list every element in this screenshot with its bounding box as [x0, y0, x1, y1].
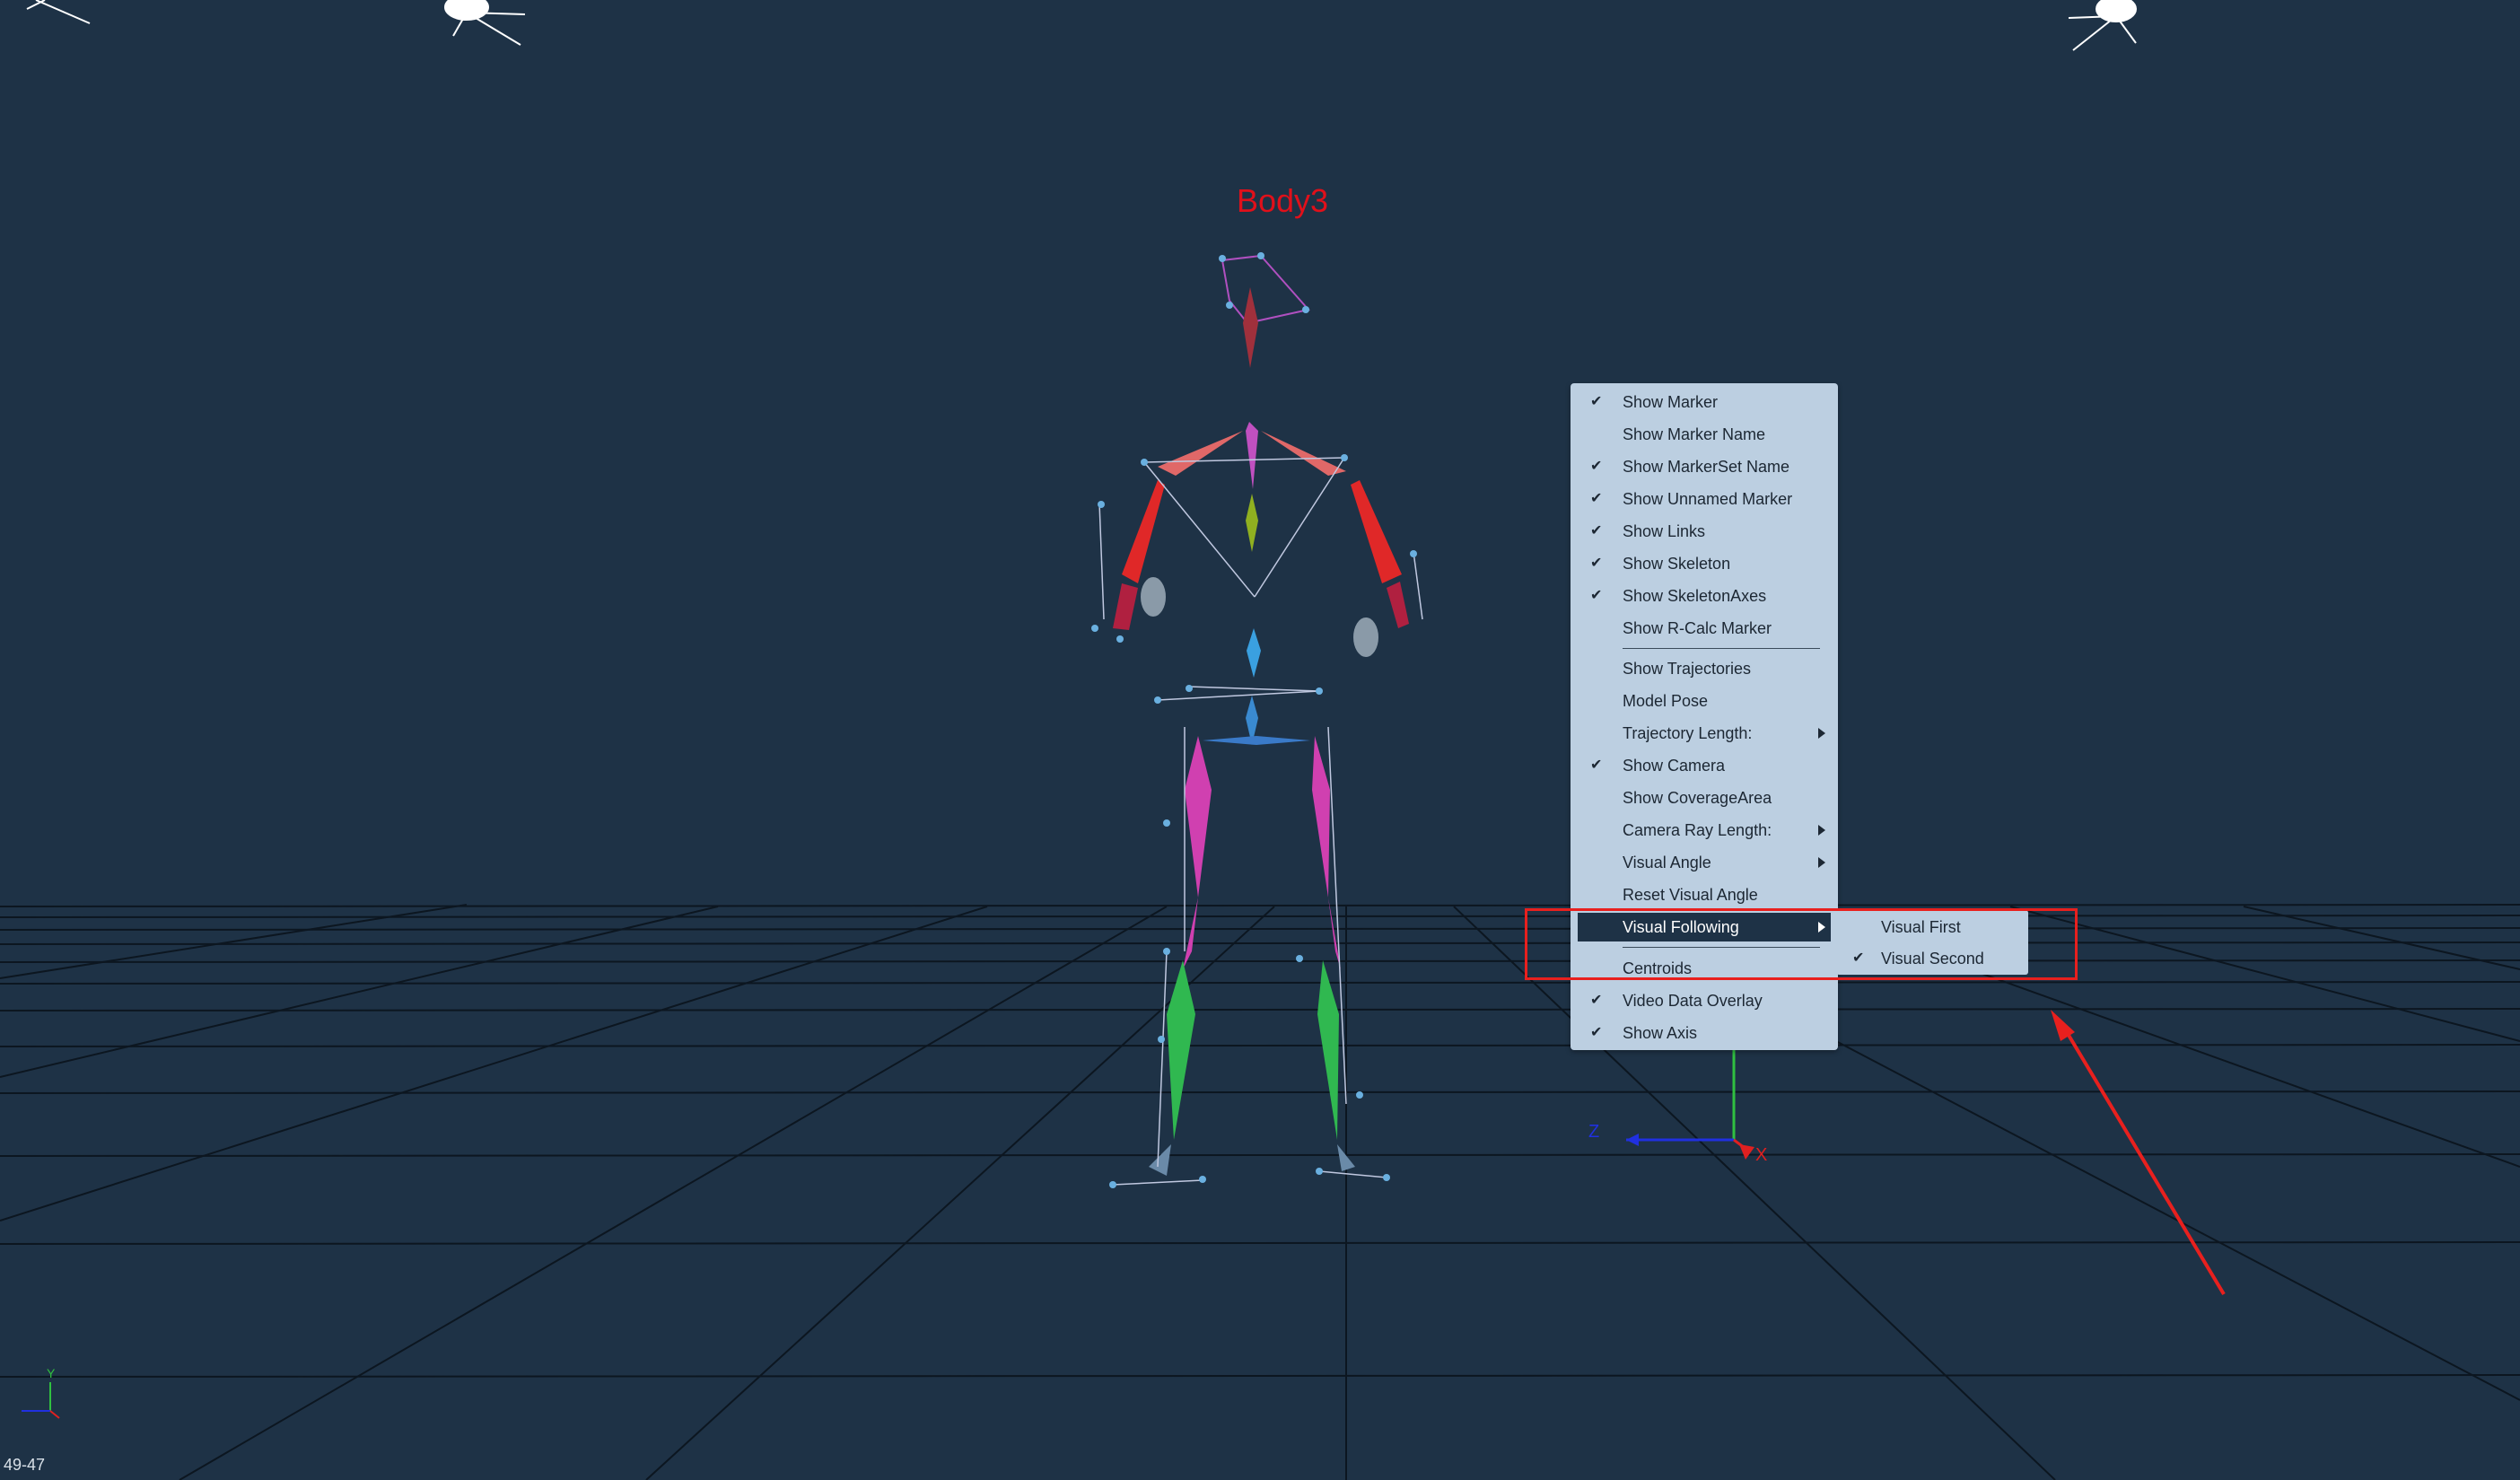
check-icon: ✔ — [1590, 459, 1603, 474]
x-axis-label: X — [1755, 1145, 1768, 1165]
check-icon: ✔ — [1590, 588, 1603, 603]
menu-item-show-camera[interactable]: ✔ Show Camera — [1578, 751, 1831, 780]
menu-item-model-pose[interactable]: Model Pose — [1578, 687, 1831, 715]
menu-item-visual-angle[interactable]: Visual Angle — [1578, 848, 1831, 877]
menu-item-show-skeleton[interactable]: ✔ Show Skeleton — [1578, 549, 1831, 578]
submenu-arrow-icon — [1818, 857, 1825, 868]
check-icon: ✔ — [1590, 1025, 1603, 1040]
menu-item-video-data-overlay[interactable]: ✔ Video Data Overlay — [1578, 986, 1831, 1015]
check-icon: ✔ — [1590, 556, 1603, 571]
z-axis-label: Z — [1588, 1122, 1600, 1142]
y-axis-label: Y — [47, 1366, 56, 1380]
menu-separator — [1623, 648, 1820, 649]
menu-item-show-axis[interactable]: ✔ Show Axis — [1578, 1019, 1831, 1047]
submenu-arrow-icon — [1818, 728, 1825, 739]
check-icon: ✔ — [1590, 394, 1603, 409]
model-name-label: Body3 — [1237, 182, 1329, 219]
menu-item-show-skeleton-axes[interactable]: ✔ Show SkeletonAxes — [1578, 582, 1831, 610]
menu-item-show-marker[interactable]: ✔ Show Marker — [1578, 388, 1831, 416]
menu-item-show-links[interactable]: ✔ Show Links — [1578, 517, 1831, 546]
menu-item-trajectory-length[interactable]: Trajectory Length: — [1578, 719, 1831, 748]
menu-item-show-coverage-area[interactable]: Show CoverageArea — [1578, 784, 1831, 812]
corner-status-label: 49-47 — [4, 1456, 46, 1474]
menu-item-show-r-calc-marker[interactable]: Show R-Calc Marker — [1578, 614, 1831, 643]
menu-item-reset-visual-angle[interactable]: Reset Visual Angle — [1578, 880, 1831, 909]
check-icon: ✔ — [1590, 993, 1603, 1008]
menu-item-show-marker-name[interactable]: Show Marker Name — [1578, 420, 1831, 449]
menu-item-show-unnamed-marker[interactable]: ✔ Show Unnamed Marker — [1578, 485, 1831, 513]
menu-item-show-markerset-name[interactable]: ✔ Show MarkerSet Name — [1578, 452, 1831, 481]
menu-item-camera-ray-length[interactable]: Camera Ray Length: — [1578, 816, 1831, 845]
check-icon: ✔ — [1590, 523, 1603, 539]
check-icon: ✔ — [1590, 758, 1603, 773]
menu-item-show-trajectories[interactable]: Show Trajectories — [1578, 654, 1831, 683]
3d-viewport[interactable] — [0, 0, 2520, 1480]
check-icon: ✔ — [1590, 491, 1603, 506]
submenu-arrow-icon — [1818, 825, 1825, 836]
annotation-highlight-box — [1525, 908, 2078, 980]
